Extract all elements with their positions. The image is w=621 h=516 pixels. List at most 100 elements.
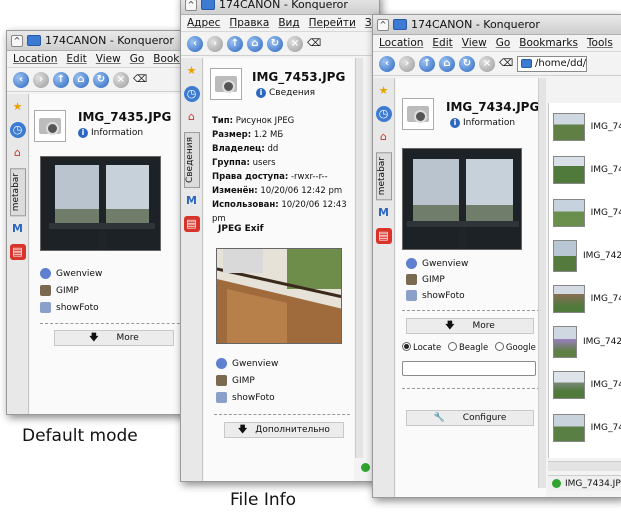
history-clock-icon[interactable]: ◷: [183, 86, 200, 102]
bookmarks-star-icon[interactable]: ★: [184, 63, 200, 79]
app-gwenview[interactable]: Gwenview: [216, 358, 278, 369]
list-item[interactable]: IMG_742: [549, 322, 621, 362]
services-icon[interactable]: ▤: [183, 216, 200, 233]
menu-location[interactable]: Location: [13, 53, 57, 65]
app-showfoto[interactable]: showFoto: [406, 290, 465, 301]
stop-icon[interactable]: ×: [479, 55, 495, 72]
menu-edit[interactable]: Edit: [66, 53, 86, 65]
search-input[interactable]: [402, 361, 536, 376]
home-icon[interactable]: ⌂: [439, 55, 455, 72]
media-icon[interactable]: M: [184, 193, 200, 209]
up-icon[interactable]: ↑: [227, 35, 243, 52]
reload-icon[interactable]: ↻: [459, 55, 475, 72]
radio-beagle[interactable]: Beagle: [447, 342, 488, 353]
services-icon[interactable]: ▤: [9, 244, 26, 261]
horizontal-scrollbar[interactable]: [548, 461, 621, 471]
menu-bar: Location Edit View Go Bookmarks Tools Se: [373, 35, 621, 52]
forward-icon[interactable]: ›: [399, 55, 415, 72]
information-link[interactable]: i Information: [78, 128, 143, 138]
more-button[interactable]: 🡇 Дополнительно: [224, 422, 344, 438]
title-bar[interactable]: ^ 174CANON - Konqueror: [7, 31, 195, 51]
menu-edit[interactable]: Edit: [432, 37, 452, 49]
list-item[interactable]: IMG_74: [549, 365, 621, 405]
metabar-scrollbar[interactable]: [538, 78, 546, 488]
bookmarks-star-icon[interactable]: ★: [10, 99, 26, 115]
radio-locate[interactable]: Locate: [402, 342, 441, 353]
media-icon[interactable]: M: [376, 205, 392, 221]
up-icon[interactable]: ↑: [419, 55, 435, 72]
forward-icon[interactable]: ›: [33, 71, 49, 88]
app-gimp[interactable]: GIMP: [40, 285, 79, 296]
home-folder-icon[interactable]: ⌂: [10, 145, 26, 161]
list-item[interactable]: IMG_74: [549, 279, 621, 319]
menu-view[interactable]: Вид: [278, 17, 299, 29]
stop-icon[interactable]: ×: [287, 35, 303, 52]
radio-google[interactable]: Google: [494, 342, 536, 353]
back-icon[interactable]: ‹: [187, 35, 203, 52]
window-menu-button[interactable]: ^: [11, 34, 23, 47]
menu-go[interactable]: Go: [496, 37, 511, 49]
home-icon[interactable]: ⌂: [247, 35, 263, 52]
meta-key: Размер:: [212, 130, 252, 140]
information-link[interactable]: i Information: [450, 118, 515, 128]
sidebar-tab-metabar[interactable]: metabar: [375, 152, 392, 201]
list-item[interactable]: IMG_742: [549, 236, 621, 276]
info-link[interactable]: i Сведения: [256, 88, 315, 98]
caption-default-mode: Default mode: [22, 426, 138, 446]
list-item[interactable]: IMG_74: [549, 150, 621, 190]
toolbar: ‹ › ↑ ⌂ ↻ × ⌫ /home/dd/: [373, 52, 621, 76]
forward-icon[interactable]: ›: [207, 35, 223, 52]
stop-icon[interactable]: ×: [113, 71, 129, 88]
sidebar-tab-metabar[interactable]: metabar: [9, 168, 26, 217]
window-menu-button[interactable]: ^: [185, 0, 197, 11]
home-folder-icon[interactable]: ⌂: [184, 109, 200, 125]
app-showfoto[interactable]: showFoto: [40, 302, 99, 313]
menu-address[interactable]: Адрес: [187, 17, 220, 29]
image-preview: [216, 248, 342, 344]
configure-button[interactable]: 🔧 Configure: [406, 410, 534, 426]
app-showfoto[interactable]: showFoto: [216, 392, 275, 403]
title-bar[interactable]: ^ 174CANON - Konqueror: [181, 0, 379, 15]
up-icon[interactable]: ↑: [53, 71, 69, 88]
back-icon[interactable]: ‹: [13, 71, 29, 88]
menu-bookmarks[interactable]: Bookmarks: [519, 37, 578, 49]
app-gwenview[interactable]: Gwenview: [40, 268, 102, 279]
window-menu-button[interactable]: ^: [377, 18, 389, 31]
more-button[interactable]: 🡇 More: [406, 318, 534, 334]
back-icon[interactable]: ‹: [379, 55, 395, 72]
menu-edit[interactable]: Правка: [229, 17, 269, 29]
menu-location[interactable]: Location: [379, 37, 423, 49]
list-item[interactable]: IMG_74: [549, 408, 621, 448]
home-icon[interactable]: ⌂: [73, 71, 89, 88]
more-button[interactable]: 🡇 More: [54, 330, 174, 346]
history-clock-icon[interactable]: ◷: [375, 106, 392, 122]
title-bar[interactable]: ^ 174CANON - Konqueror: [373, 15, 621, 35]
status-bar: IMG_7434.JP: [548, 475, 621, 491]
app-gimp[interactable]: GIMP: [406, 274, 445, 285]
sidebar-tab-info[interactable]: Сведения: [183, 132, 200, 189]
history-clock-icon[interactable]: ◷: [9, 122, 26, 138]
clear-location-icon[interactable]: ⌫: [307, 38, 321, 49]
menu-view[interactable]: View: [462, 37, 487, 49]
menu-go[interactable]: Go: [130, 53, 145, 65]
app-gimp[interactable]: GIMP: [216, 375, 255, 386]
location-field[interactable]: /home/dd/: [517, 55, 588, 72]
file-list-view: IMG_74 IMG_74 IMG_74 IMG_742 IMG_74 IMG_…: [548, 103, 621, 458]
media-icon[interactable]: M: [10, 221, 26, 237]
menu-tools[interactable]: Tools: [587, 37, 613, 49]
menu-view[interactable]: View: [96, 53, 121, 65]
clear-location-icon[interactable]: ⌫: [499, 58, 513, 69]
app-gwenview[interactable]: Gwenview: [406, 258, 468, 269]
view-scrollbar[interactable]: [355, 58, 363, 458]
services-icon[interactable]: ▤: [375, 228, 392, 245]
information-label: Information: [463, 118, 516, 128]
bookmarks-star-icon[interactable]: ★: [376, 83, 392, 99]
image-thumbnail: [553, 414, 585, 442]
reload-icon[interactable]: ↻: [93, 71, 109, 88]
list-item[interactable]: IMG_74: [549, 193, 621, 233]
menu-go[interactable]: Перейти: [309, 17, 356, 29]
reload-icon[interactable]: ↻: [267, 35, 283, 52]
list-item[interactable]: IMG_74: [549, 107, 621, 147]
home-folder-icon[interactable]: ⌂: [376, 129, 392, 145]
clear-location-icon[interactable]: ⌫: [133, 74, 147, 85]
